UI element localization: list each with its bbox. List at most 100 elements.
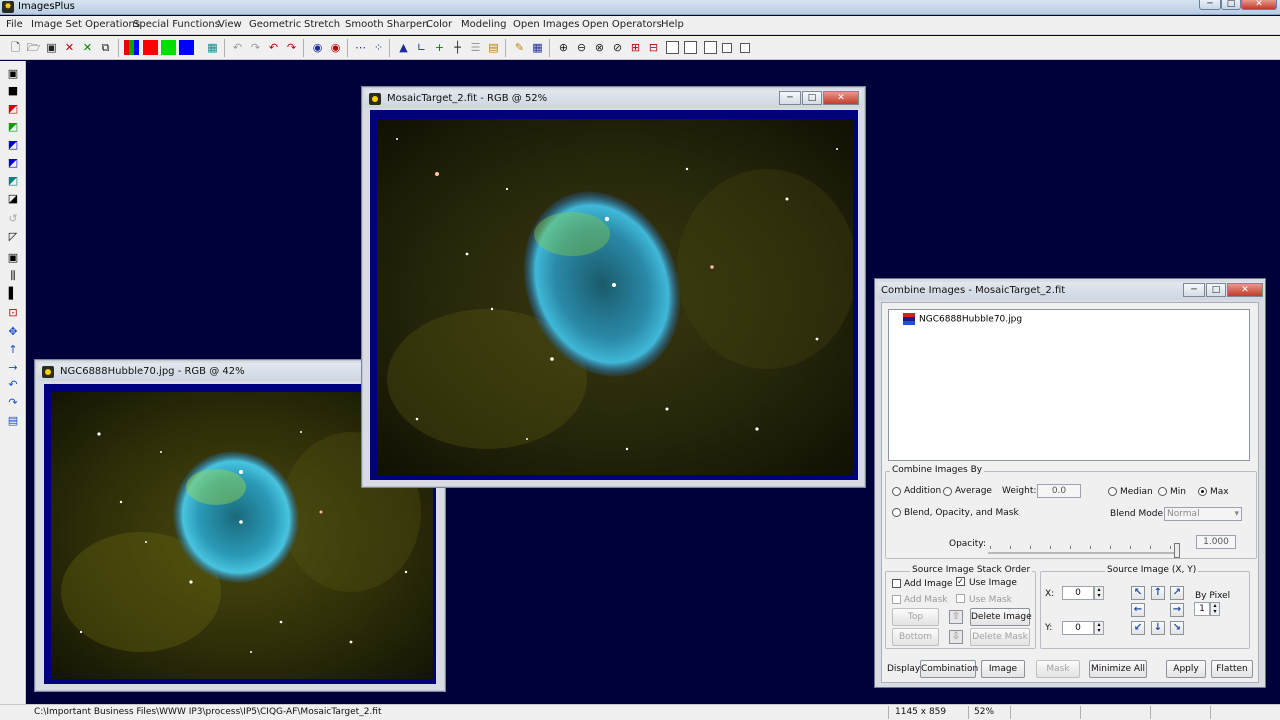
blue-swatch-icon[interactable]: ◩ <box>6 138 20 152</box>
tile-icon[interactable] <box>666 41 679 54</box>
apply-button[interactable]: Apply <box>1166 660 1206 678</box>
undo-all-icon[interactable]: ↶ <box>266 40 281 55</box>
curve-icon[interactable]: ∟ <box>414 40 429 55</box>
select-region-icon[interactable]: ⊡ <box>6 306 20 320</box>
image-button[interactable]: Image <box>981 660 1025 678</box>
x-offset-spinner[interactable]: ▴ ▾ <box>1094 586 1104 600</box>
move-down-icon[interactable]: ⇩ <box>949 630 963 644</box>
table-icon[interactable]: ▦ <box>530 40 545 55</box>
min-radio[interactable] <box>1158 487 1167 496</box>
menu-color[interactable]: Color <box>426 19 452 30</box>
green-swatch-icon[interactable]: ◩ <box>6 120 20 134</box>
source-image-tree[interactable]: NGC6888Hubble70.jpg <box>888 309 1250 461</box>
x-offset-field[interactable]: 0 <box>1062 586 1094 600</box>
image-info-icon[interactable]: ▤ <box>486 40 501 55</box>
max-radio[interactable] <box>1198 487 1207 496</box>
combination-button[interactable]: Combination <box>920 660 978 678</box>
green-channel-icon[interactable] <box>161 40 176 55</box>
zoom-fit-icon[interactable]: ⊗ <box>592 40 607 55</box>
image-properties-icon[interactable]: ▤ <box>6 414 20 428</box>
crosshair-icon[interactable]: + <box>432 40 447 55</box>
combine-minimize-button[interactable]: ─ <box>1183 283 1205 297</box>
mask-button[interactable]: Mask <box>1036 660 1080 678</box>
combine-close-button[interactable]: ✕ <box>1227 283 1263 297</box>
menu-open-operators[interactable]: Open Operators <box>582 19 662 30</box>
menu-modeling[interactable]: Modeling <box>461 19 507 30</box>
arrow-up-icon[interactable]: ↑ <box>6 343 20 357</box>
black-channel-icon[interactable]: ■ <box>6 84 20 98</box>
contrast-icon[interactable]: ◪ <box>6 192 20 206</box>
stop-record-icon[interactable]: ◉ <box>328 40 343 55</box>
by-pixel-spinner[interactable]: ▴ ▾ <box>1210 602 1220 616</box>
zoom-in-icon[interactable]: ⊕ <box>556 40 571 55</box>
frame-icon[interactable]: ▣ <box>6 251 20 265</box>
black-point-icon[interactable]: ▌ <box>6 287 20 301</box>
minimize-all-button[interactable]: Minimize All <box>1089 660 1147 678</box>
redo-all-icon[interactable]: ↷ <box>284 40 299 55</box>
mosaic-window-title-bar[interactable]: MosaicTarget_2.fit - RGB @ 52% ─ □ ✕ <box>365 90 862 108</box>
histogram-icon[interactable]: ▲ <box>396 40 411 55</box>
move-icon[interactable]: ✥ <box>6 325 20 339</box>
new-file-icon[interactable]: 🗋 <box>8 40 23 55</box>
tree-item[interactable]: NGC6888Hubble70.jpg <box>903 313 1022 325</box>
arrow-left-icon[interactable]: ← <box>1131 603 1145 617</box>
blend-mode-select[interactable]: Normal ▾ <box>1164 507 1242 521</box>
arrow-up-icon[interactable]: ↑ <box>1151 586 1165 600</box>
mosaic-minimize-button[interactable]: ─ <box>779 91 801 105</box>
record-icon[interactable]: ◉ <box>310 40 325 55</box>
pencil-icon[interactable]: ✎ <box>512 40 527 55</box>
y-offset-field[interactable]: 0 <box>1062 621 1094 635</box>
remove-box-icon[interactable]: ⊟ <box>646 40 661 55</box>
arrow-up-right-icon[interactable]: ↗ <box>1170 586 1184 600</box>
arrange-icon[interactable] <box>740 43 750 53</box>
reset-icon[interactable]: ↺ <box>6 212 20 226</box>
close-window-button[interactable]: ✕ <box>1241 0 1277 10</box>
center-cross-icon[interactable]: ┼ <box>450 40 465 55</box>
rotate-left-icon[interactable]: ↶ <box>6 378 20 392</box>
dotted-line-icon[interactable]: ⋯ <box>353 40 368 55</box>
close-image-icon[interactable]: ✕ <box>62 40 77 55</box>
arrow-right-icon[interactable]: → <box>6 361 20 375</box>
mosaic-close-button[interactable]: ✕ <box>823 91 859 105</box>
bottom-button[interactable]: Bottom <box>892 628 939 646</box>
rgb-channels-icon[interactable] <box>124 40 139 55</box>
combine-maximize-button[interactable]: □ <box>1206 283 1226 297</box>
menu-file[interactable]: File <box>6 19 23 30</box>
y-offset-spinner[interactable]: ▴ ▾ <box>1094 621 1104 635</box>
copy-icon[interactable]: ⧉ <box>98 40 113 55</box>
mosaic-maximize-button[interactable]: □ <box>802 91 822 105</box>
menu-special-functions[interactable]: Special Functions <box>133 19 220 30</box>
minimize-window-button[interactable]: ─ <box>1199 0 1221 10</box>
opacity-value-field[interactable]: 1.000 <box>1196 535 1236 549</box>
redo-icon[interactable]: ↷ <box>248 40 263 55</box>
menu-smooth-sharpen[interactable]: Smooth Sharpen <box>345 19 429 30</box>
menu-help[interactable]: Help <box>661 19 684 30</box>
save-icon[interactable]: ▣ <box>44 40 59 55</box>
zoom-actual-icon[interactable]: ⊘ <box>610 40 625 55</box>
rotate-right-icon[interactable]: ↷ <box>6 396 20 410</box>
zoom-out-icon[interactable]: ⊖ <box>574 40 589 55</box>
arrow-down-right-icon[interactable]: ↘ <box>1170 621 1184 635</box>
addition-radio[interactable] <box>892 487 901 496</box>
menu-geometric[interactable]: Geometric <box>249 19 301 30</box>
blend-opacity-mask-radio[interactable] <box>892 508 901 517</box>
cyan-swatch-icon[interactable]: ◩ <box>6 174 20 188</box>
maximize-window-button[interactable]: □ <box>1221 0 1241 10</box>
opacity-slider[interactable] <box>988 552 1178 554</box>
gradient-icon[interactable]: ◸ <box>6 230 20 244</box>
by-pixel-field[interactable]: 1 <box>1194 602 1210 616</box>
add-box-icon[interactable]: ⊞ <box>628 40 643 55</box>
add-image-checkbox[interactable] <box>892 579 901 588</box>
save-icon[interactable]: ▣ <box>6 67 20 81</box>
red-channel-icon[interactable] <box>143 40 158 55</box>
arrow-down-icon[interactable]: ↓ <box>1151 621 1165 635</box>
arrow-down-left-icon[interactable]: ↙ <box>1131 621 1145 635</box>
average-radio[interactable] <box>943 487 952 496</box>
open-folder-icon[interactable]: 🗁 <box>26 40 41 55</box>
cascade-icon[interactable] <box>684 41 697 54</box>
add-mask-checkbox[interactable] <box>892 595 901 604</box>
levels-icon[interactable]: ⫼ <box>6 269 20 283</box>
blue-channel-icon[interactable] <box>179 40 194 55</box>
arrow-up-left-icon[interactable]: ↖ <box>1131 586 1145 600</box>
menu-view[interactable]: View <box>218 19 242 30</box>
